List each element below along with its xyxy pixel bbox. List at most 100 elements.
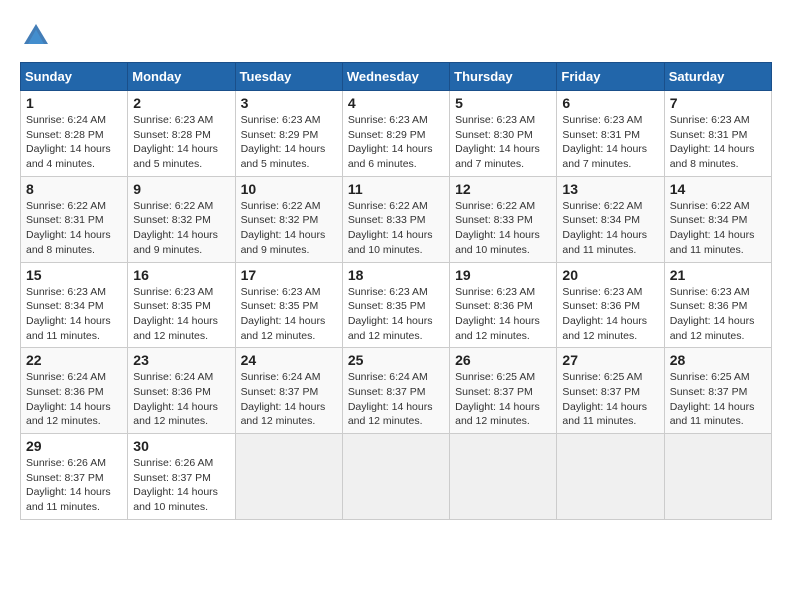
calendar-cell: 4Sunrise: 6:23 AMSunset: 8:29 PMDaylight…: [342, 91, 449, 177]
day-number: 17: [241, 267, 337, 283]
calendar-cell: 22 Sunrise: 6:24 AMSunset: 8:36 PMDayligh…: [21, 348, 128, 434]
calendar-week-row: 22 Sunrise: 6:24 AMSunset: 8:36 PMDayligh…: [21, 348, 772, 434]
day-info: Sunrise: 6:22 AMSunset: 8:34 PMDaylight:…: [670, 199, 766, 258]
day-number: 15: [26, 267, 122, 283]
day-number: 13: [562, 181, 658, 197]
calendar-cell: [342, 434, 449, 520]
day-info: Sunrise: 6:22 AMSunset: 8:32 PMDaylight:…: [133, 199, 229, 258]
calendar-week-row: 8 Sunrise: 6:22 AMSunset: 8:31 PMDaylight…: [21, 176, 772, 262]
calendar-header-row: SundayMondayTuesdayWednesdayThursdayFrid…: [21, 63, 772, 91]
day-number: 5: [455, 95, 551, 111]
calendar-cell: 7 Sunrise: 6:23 AMSunset: 8:31 PMDaylight…: [664, 91, 771, 177]
day-number: 14: [670, 181, 766, 197]
header-friday: Friday: [557, 63, 664, 91]
calendar-cell: 18Sunrise: 6:23 AMSunset: 8:35 PMDayligh…: [342, 262, 449, 348]
calendar-cell: 13 Sunrise: 6:22 AMSunset: 8:34 PMDayligh…: [557, 176, 664, 262]
header-monday: Monday: [128, 63, 235, 91]
calendar-cell: 5Sunrise: 6:23 AMSunset: 8:30 PMDaylight…: [450, 91, 557, 177]
day-info: Sunrise: 6:24 AMSunset: 8:37 PMDaylight:…: [241, 370, 337, 429]
header-wednesday: Wednesday: [342, 63, 449, 91]
calendar-cell: 21 Sunrise: 6:23 AMSunset: 8:36 PMDayligh…: [664, 262, 771, 348]
calendar-cell: 15Sunrise: 6:23 AMSunset: 8:34 PMDayligh…: [21, 262, 128, 348]
calendar-cell: 23Sunrise: 6:24 AMSunset: 8:36 PMDayligh…: [128, 348, 235, 434]
header-thursday: Thursday: [450, 63, 557, 91]
calendar-cell: 28 Sunrise: 6:25 AMSunset: 8:37 PMDayligh…: [664, 348, 771, 434]
calendar-cell: 9 Sunrise: 6:22 AMSunset: 8:32 PMDaylight…: [128, 176, 235, 262]
day-info: Sunrise: 6:22 AMSunset: 8:33 PMDaylight:…: [348, 199, 444, 258]
day-number: 19: [455, 267, 551, 283]
calendar-week-row: 15Sunrise: 6:23 AMSunset: 8:34 PMDayligh…: [21, 262, 772, 348]
calendar-cell: 29 Sunrise: 6:26 AMSunset: 8:37 PMDayligh…: [21, 434, 128, 520]
day-number: 24: [241, 352, 337, 368]
calendar-cell: 26 Sunrise: 6:25 AMSunset: 8:37 PMDayligh…: [450, 348, 557, 434]
day-info: Sunrise: 6:25 AMSunset: 8:37 PMDaylight:…: [670, 370, 766, 429]
page-header: [20, 20, 772, 52]
day-info: Sunrise: 6:23 AMSunset: 8:36 PMDaylight:…: [670, 285, 766, 344]
calendar-cell: 11 Sunrise: 6:22 AMSunset: 8:33 PMDayligh…: [342, 176, 449, 262]
calendar-cell: 30Sunrise: 6:26 AMSunset: 8:37 PMDayligh…: [128, 434, 235, 520]
day-info: Sunrise: 6:23 AMSunset: 8:28 PMDaylight:…: [133, 113, 229, 172]
logo: [20, 20, 56, 52]
calendar-cell: 27Sunrise: 6:25 AMSunset: 8:37 PMDayligh…: [557, 348, 664, 434]
day-number: 25: [348, 352, 444, 368]
day-info: Sunrise: 6:22 AMSunset: 8:33 PMDaylight:…: [455, 199, 551, 258]
day-number: 22: [26, 352, 122, 368]
calendar-cell: 6 Sunrise: 6:23 AMSunset: 8:31 PMDaylight…: [557, 91, 664, 177]
day-number: 16: [133, 267, 229, 283]
day-number: 10: [241, 181, 337, 197]
day-number: 1: [26, 95, 122, 111]
day-number: 21: [670, 267, 766, 283]
calendar-table: SundayMondayTuesdayWednesdayThursdayFrid…: [20, 62, 772, 520]
calendar-cell: 1 Sunrise: 6:24 AMSunset: 8:28 PMDaylight…: [21, 91, 128, 177]
day-info: Sunrise: 6:23 AMSunset: 8:29 PMDaylight:…: [348, 113, 444, 172]
calendar-cell: 24 Sunrise: 6:24 AMSunset: 8:37 PMDayligh…: [235, 348, 342, 434]
day-number: 28: [670, 352, 766, 368]
calendar-cell: 3 Sunrise: 6:23 AMSunset: 8:29 PMDaylight…: [235, 91, 342, 177]
day-info: Sunrise: 6:22 AMSunset: 8:32 PMDaylight:…: [241, 199, 337, 258]
day-number: 12: [455, 181, 551, 197]
calendar-cell: 16 Sunrise: 6:23 AMSunset: 8:35 PMDayligh…: [128, 262, 235, 348]
day-info: Sunrise: 6:25 AMSunset: 8:37 PMDaylight:…: [562, 370, 658, 429]
day-number: 9: [133, 181, 229, 197]
day-number: 2: [133, 95, 229, 111]
day-number: 7: [670, 95, 766, 111]
day-info: Sunrise: 6:23 AMSunset: 8:29 PMDaylight:…: [241, 113, 337, 172]
day-info: Sunrise: 6:23 AMSunset: 8:35 PMDaylight:…: [133, 285, 229, 344]
day-info: Sunrise: 6:24 AMSunset: 8:37 PMDaylight:…: [348, 370, 444, 429]
day-number: 18: [348, 267, 444, 283]
day-number: 6: [562, 95, 658, 111]
day-info: Sunrise: 6:23 AMSunset: 8:31 PMDaylight:…: [562, 113, 658, 172]
day-number: 26: [455, 352, 551, 368]
calendar-week-row: 1 Sunrise: 6:24 AMSunset: 8:28 PMDaylight…: [21, 91, 772, 177]
header-tuesday: Tuesday: [235, 63, 342, 91]
day-info: Sunrise: 6:26 AMSunset: 8:37 PMDaylight:…: [26, 456, 122, 515]
day-number: 20: [562, 267, 658, 283]
calendar-cell: [450, 434, 557, 520]
day-info: Sunrise: 6:26 AMSunset: 8:37 PMDaylight:…: [133, 456, 229, 515]
day-info: Sunrise: 6:24 AMSunset: 8:36 PMDaylight:…: [26, 370, 122, 429]
logo-icon: [20, 20, 52, 52]
header-sunday: Sunday: [21, 63, 128, 91]
day-number: 29: [26, 438, 122, 454]
header-saturday: Saturday: [664, 63, 771, 91]
day-number: 8: [26, 181, 122, 197]
day-number: 11: [348, 181, 444, 197]
calendar-cell: 10 Sunrise: 6:22 AMSunset: 8:32 PMDayligh…: [235, 176, 342, 262]
day-info: Sunrise: 6:22 AMSunset: 8:31 PMDaylight:…: [26, 199, 122, 258]
calendar-cell: 25 Sunrise: 6:24 AMSunset: 8:37 PMDayligh…: [342, 348, 449, 434]
calendar-cell: [664, 434, 771, 520]
day-info: Sunrise: 6:22 AMSunset: 8:34 PMDaylight:…: [562, 199, 658, 258]
day-info: Sunrise: 6:23 AMSunset: 8:36 PMDaylight:…: [455, 285, 551, 344]
day-number: 3: [241, 95, 337, 111]
calendar-cell: 20 Sunrise: 6:23 AMSunset: 8:36 PMDayligh…: [557, 262, 664, 348]
calendar-cell: 8 Sunrise: 6:22 AMSunset: 8:31 PMDaylight…: [21, 176, 128, 262]
calendar-week-row: 29 Sunrise: 6:26 AMSunset: 8:37 PMDayligh…: [21, 434, 772, 520]
day-info: Sunrise: 6:25 AMSunset: 8:37 PMDaylight:…: [455, 370, 551, 429]
day-info: Sunrise: 6:23 AMSunset: 8:31 PMDaylight:…: [670, 113, 766, 172]
day-info: Sunrise: 6:23 AMSunset: 8:36 PMDaylight:…: [562, 285, 658, 344]
calendar-cell: 12 Sunrise: 6:22 AMSunset: 8:33 PMDayligh…: [450, 176, 557, 262]
day-info: Sunrise: 6:24 AMSunset: 8:28 PMDaylight:…: [26, 113, 122, 172]
calendar-cell: 14 Sunrise: 6:22 AMSunset: 8:34 PMDayligh…: [664, 176, 771, 262]
calendar-cell: 2 Sunrise: 6:23 AMSunset: 8:28 PMDaylight…: [128, 91, 235, 177]
day-info: Sunrise: 6:23 AMSunset: 8:35 PMDaylight:…: [241, 285, 337, 344]
